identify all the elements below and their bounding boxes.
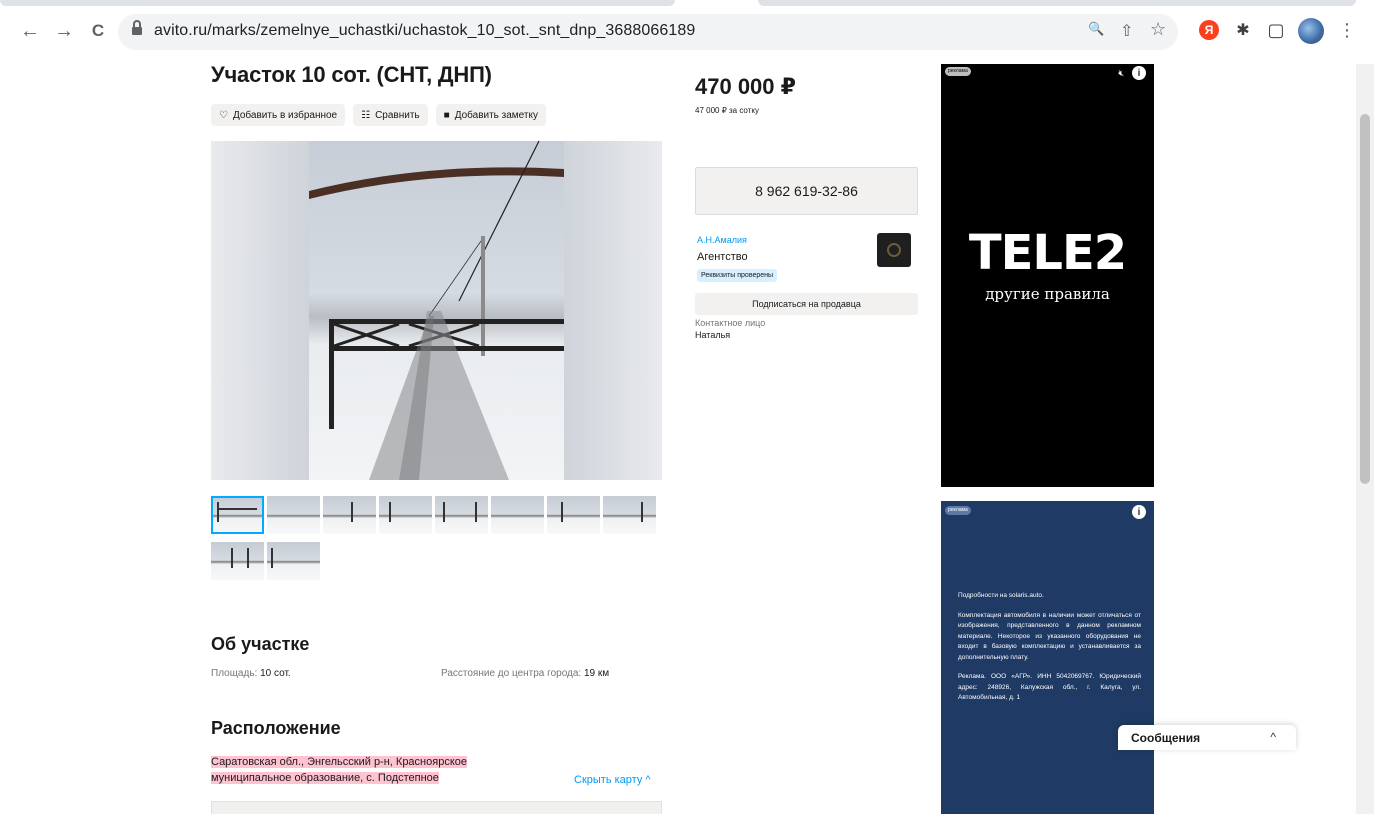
main-photo[interactable] xyxy=(309,141,564,480)
ad-text-3: Реклама. ООО «АГР». ИНН 5042069767. Юрид… xyxy=(958,673,1141,701)
distance-param: Расстояние до центра города: 19 км xyxy=(441,668,609,679)
gallery-blur-left xyxy=(211,141,309,480)
location-heading: Расположение xyxy=(211,718,341,738)
thumbnail[interactable] xyxy=(547,496,600,534)
show-phone-button[interactable]: 8 962 619-32-86 xyxy=(695,167,918,215)
seller-name-link[interactable]: А.Н.Амалия xyxy=(697,235,747,245)
yandex-extension-icon[interactable]: Я xyxy=(1199,20,1219,40)
compare-icon: ☷ xyxy=(361,109,371,121)
share-icon[interactable]: ⇧ xyxy=(1120,21,1133,41)
bookmark-star-icon[interactable]: ☆ xyxy=(1150,19,1166,40)
compare-label: Сравнить xyxy=(375,109,420,121)
thumbnail[interactable] xyxy=(211,496,264,534)
seller-logo-icon xyxy=(887,243,901,257)
add-favorite-label: Добавить в избранное xyxy=(232,109,338,121)
listing-title: Участок 10 сот. (СНТ, ДНП) xyxy=(211,64,492,87)
side-panel-icon[interactable]: ▢ xyxy=(1266,20,1286,40)
note-icon: ■ xyxy=(443,109,450,121)
verified-badge: Реквизиты проверены xyxy=(697,269,778,282)
add-note-label: Добавить заметку xyxy=(454,109,538,121)
browser-toolbar: ← → C avito.ru/marks/zemelnye_uchastki/u… xyxy=(0,0,1374,64)
solaris-ad-banner[interactable]: реклама i Подробности на solaris.auto. К… xyxy=(941,501,1154,814)
listing-actions: ♡ Добавить в избранное ☷ Сравнить ■ Доба… xyxy=(211,104,546,126)
lock-icon xyxy=(132,20,142,37)
subscribe-seller-button[interactable]: Подписаться на продавца xyxy=(695,293,918,315)
photo-gallery[interactable] xyxy=(211,141,662,480)
map[interactable] xyxy=(211,801,662,814)
back-arrow-icon[interactable]: ← xyxy=(18,19,42,43)
price-per-sotka: 47 000 ₽ за сотку xyxy=(695,106,759,115)
tab-strip-edge xyxy=(0,0,675,6)
zoom-icon[interactable]: 🔍 xyxy=(1088,21,1104,37)
thumbnail[interactable] xyxy=(491,496,544,534)
gallery-blur-right xyxy=(564,141,662,480)
add-favorite-button[interactable]: ♡ Добавить в избранное xyxy=(211,104,346,126)
thumbnail[interactable] xyxy=(211,542,264,580)
area-param: Площадь: 10 сот. xyxy=(211,668,291,679)
seller-type: Агентство xyxy=(697,251,748,263)
address-line-2: муниципальное образование, с. Подстепное xyxy=(211,772,439,784)
contact-person-name: Наталья xyxy=(695,330,731,340)
compare-button[interactable]: ☷ Сравнить xyxy=(353,104,428,126)
reload-icon[interactable]: C xyxy=(86,19,110,43)
ad-text-2: Комплектация автомобиля в наличии может … xyxy=(958,611,1141,661)
messages-widget[interactable]: Сообщения ^ xyxy=(1118,725,1296,750)
add-note-button[interactable]: ■ Добавить заметку xyxy=(435,104,546,126)
browser-menu-icon[interactable]: ⋮ xyxy=(1338,20,1356,41)
tele2-logo: TELE2 xyxy=(968,225,1127,281)
tab-strip-edge-right xyxy=(758,0,1356,6)
thumbnail[interactable] xyxy=(435,496,488,534)
ad-badge: реклама xyxy=(945,67,971,76)
main-photo-illustration xyxy=(309,141,564,480)
tele2-slogan: другие правила xyxy=(985,285,1110,303)
extensions-puzzle-icon[interactable]: ✱ xyxy=(1233,20,1253,40)
thumbnail[interactable] xyxy=(603,496,656,534)
thumbnail[interactable] xyxy=(323,496,376,534)
address-bar[interactable]: avito.ru/marks/zemelnye_uchastki/uchasto… xyxy=(118,14,1178,50)
url-text[interactable]: avito.ru/marks/zemelnye_uchastki/uchasto… xyxy=(154,22,695,40)
page-scrollbar[interactable] xyxy=(1356,64,1374,814)
thumbnail[interactable] xyxy=(267,496,320,534)
address: Саратовская обл., Энгельсский р-н, Красн… xyxy=(211,754,496,786)
forward-arrow-icon[interactable]: → xyxy=(52,19,76,43)
address-line-1: Саратовская обл., Энгельсский р-н, Красн… xyxy=(211,756,467,768)
chevron-up-icon[interactable]: ^ xyxy=(1270,730,1276,744)
hide-map-link[interactable]: Скрыть карту ^ xyxy=(574,774,651,786)
heart-icon: ♡ xyxy=(219,109,228,121)
messages-label: Сообщения xyxy=(1131,731,1201,745)
contact-person-label: Контактное лицо xyxy=(695,318,766,328)
area-label: Площадь: xyxy=(211,668,258,679)
ad-info-icon[interactable]: i xyxy=(1132,505,1146,519)
seller-avatar[interactable] xyxy=(877,233,911,267)
area-value: 10 сот. xyxy=(260,668,291,679)
sound-icon[interactable]: 🔇︎ xyxy=(1118,68,1124,79)
distance-label: Расстояние до центра города: xyxy=(441,668,582,679)
ad-info-icon[interactable]: i xyxy=(1132,66,1146,80)
ad-badge: реклама xyxy=(945,506,971,515)
price: 470 000 ₽ xyxy=(695,74,796,99)
tele2-ad-banner[interactable]: реклама 🔇︎ i TELE2 другие правила xyxy=(941,64,1154,487)
ad-text-1: Подробности на solaris.auto. xyxy=(958,592,1044,599)
about-heading: Об участке xyxy=(211,634,310,654)
page-content: Участок 10 сот. (СНТ, ДНП) ♡ Добавить в … xyxy=(0,64,1356,814)
distance-value: 19 км xyxy=(584,668,610,679)
profile-avatar[interactable] xyxy=(1298,18,1324,44)
thumbnail[interactable] xyxy=(267,542,320,580)
scrollbar-thumb[interactable] xyxy=(1360,114,1370,484)
thumbnail[interactable] xyxy=(379,496,432,534)
ad-disclaimer: Подробности на solaris.auto. Комплектаци… xyxy=(958,591,1141,713)
